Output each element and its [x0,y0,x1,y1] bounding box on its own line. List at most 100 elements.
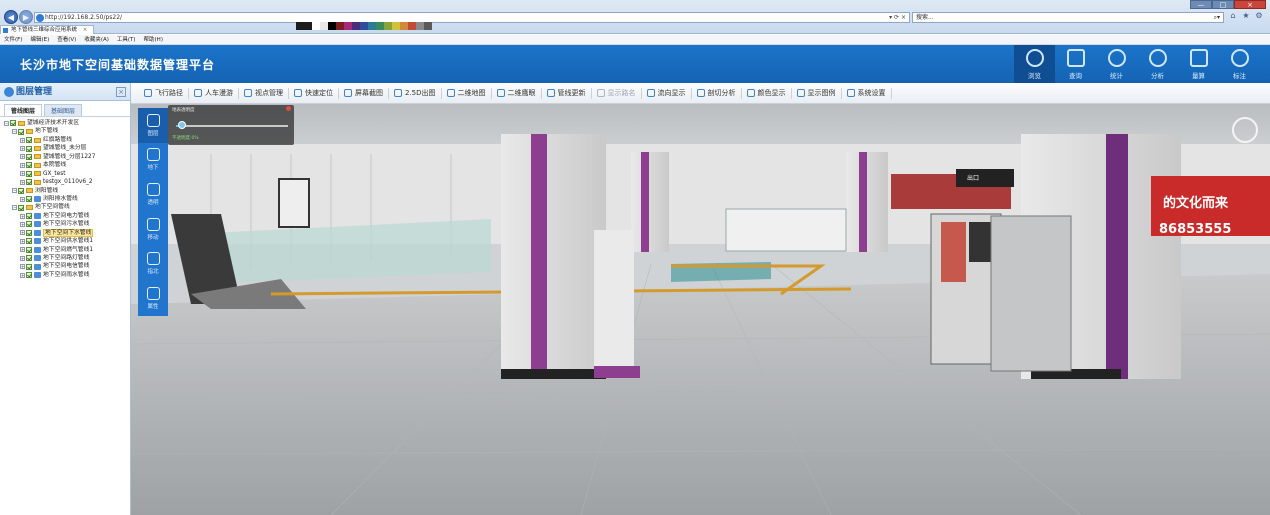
expand-icon[interactable]: + [20,238,25,244]
layer-checkbox[interactable] [10,120,16,127]
layer-checkbox[interactable] [18,128,24,135]
tree-node[interactable]: + 地下空间电力管线 [0,212,130,220]
close-window-button[interactable]: × [1234,0,1266,9]
toolbar-locate[interactable]: 快速定位 [289,87,339,99]
layer-checkbox[interactable] [26,179,32,186]
side-tool-transparent[interactable]: 透明 [138,177,168,212]
expand-icon[interactable]: + [20,171,25,177]
tree-node[interactable]: − 望城经济技术开发区 [0,119,130,127]
layer-checkbox[interactable] [26,153,32,160]
toolbar-color[interactable]: 颜色显示 [742,87,792,99]
side-tool-north[interactable]: 指北 [138,246,168,281]
menu-tools[interactable]: 工具(T) [117,35,136,44]
tree-node[interactable]: − 浏阳管线 [0,187,130,195]
layer-checkbox[interactable] [26,213,32,220]
expand-icon[interactable]: − [12,129,17,135]
minimize-button[interactable]: — [1190,0,1212,9]
menu-file[interactable]: 文件(F) [4,35,22,44]
toolbar-section[interactable]: 剖切分析 [692,87,742,99]
expand-icon[interactable]: + [20,137,25,143]
toolbar-screenshot[interactable]: 屏幕截图 [339,87,389,99]
layer-checkbox[interactable] [18,204,24,211]
toolbar-eagle-eye[interactable]: 二维鹰眼 [492,87,542,99]
tree-node[interactable]: + 地下空间污水管线 [0,220,130,228]
expand-icon[interactable]: + [20,213,25,219]
home-icon[interactable]: ⌂ [1228,11,1238,21]
tree-node[interactable]: + 红旗路管线 [0,136,130,144]
header-tool-annotate[interactable]: 标注 [1219,45,1260,83]
layer-checkbox[interactable] [26,263,32,270]
layer-checkbox[interactable] [26,196,32,203]
tree-node[interactable]: + 望城管线_未分层 [0,144,130,152]
layer-checkbox[interactable] [26,221,32,228]
3d-scene-view[interactable]: 的文化而来 86853555 出口 [131,104,1270,515]
menu-view[interactable]: 查看(V) [57,35,76,44]
side-tool-layers[interactable]: 图层 [138,108,168,143]
tree-node[interactable]: + GX_test [0,170,130,178]
menu-help[interactable]: 帮助(H) [144,35,163,44]
toolbar-legend[interactable]: 显示图例 [792,87,842,99]
tree-node[interactable]: + 地下空间电信管线 [0,262,130,270]
side-tool-underground[interactable]: 地下 [138,143,168,178]
browser-search-input[interactable]: 搜索... ⌕▾ [912,12,1224,23]
expand-icon[interactable]: + [20,255,25,261]
toolbar-viewpoint[interactable]: 视点管理 [239,87,289,99]
layer-checkbox[interactable] [26,246,32,253]
expand-icon[interactable]: + [20,162,25,168]
expand-icon[interactable]: + [20,221,25,227]
menu-edit[interactable]: 编辑(E) [30,35,49,44]
tree-node[interactable]: + 望城管线_分层1227 [0,153,130,161]
compass-icon[interactable] [1232,117,1258,143]
tree-node[interactable]: + 地下空间路灯管线 [0,254,130,262]
expand-icon[interactable]: + [20,154,25,160]
expand-icon[interactable]: + [20,179,25,185]
transparency-slider[interactable] [176,121,288,129]
tree-node[interactable]: + 地下空间燃气管线1 [0,246,130,254]
header-tool-browse[interactable]: 浏览 [1014,45,1055,83]
tab-base-layers[interactable]: 基础图层 [44,104,83,116]
star-icon[interactable]: ★ [1241,11,1251,21]
menu-favorites[interactable]: 收藏夹(A) [84,35,109,44]
header-tool-analysis[interactable]: 分析 [1137,45,1178,83]
layer-checkbox[interactable] [26,255,32,262]
tree-node[interactable]: − 地下空间管线 [0,203,130,211]
toolbar-map-2d[interactable]: 二维地图 [442,87,492,99]
layer-checkbox[interactable] [26,238,32,245]
layer-checkbox[interactable] [26,162,32,169]
close-icon[interactable]: × [116,87,126,97]
close-tab-icon[interactable]: × [83,27,88,33]
tree-node[interactable]: + 地下空间雨水管线 [0,271,130,279]
expand-icon[interactable]: + [20,196,25,202]
tree-node[interactable]: + 本院管线 [0,161,130,169]
side-tool-attribute[interactable]: 属性 [138,281,168,316]
toolbar-export-25d[interactable]: 2.5D出图 [389,87,442,99]
expand-icon[interactable]: − [12,205,17,211]
refresh-icon[interactable]: ▾ ⟳ × [889,13,906,23]
tree-node[interactable]: + 地下空间供水管线1 [0,237,130,245]
toolbar-pipe-update[interactable]: 管线更新 [542,87,592,99]
header-tool-measure[interactable]: 量算 [1178,45,1219,83]
toolbar-road-name[interactable]: 显示路名 [592,87,642,99]
address-bar[interactable]: http://192.168.2.50/ps22/ ▾ ⟳ × [34,12,910,23]
expand-icon[interactable]: − [12,188,17,194]
tree-node[interactable]: + 浏阳排水管线 [0,195,130,203]
toolbar-roam[interactable]: 人车漫游 [189,87,239,99]
toolbar-flow[interactable]: 流向显示 [642,87,692,99]
layer-checkbox[interactable] [26,145,32,152]
gear-icon[interactable]: ⚙ [1254,11,1264,21]
search-icon[interactable]: ⌕▾ [1214,13,1220,23]
side-tool-move[interactable]: 移动 [138,212,168,247]
forward-icon[interactable]: ▶ [19,10,33,24]
tree-node[interactable]: + testgx_0110v6_2 [0,178,130,186]
layer-checkbox[interactable] [26,137,32,144]
layer-checkbox[interactable] [18,187,24,194]
layer-checkbox[interactable] [26,170,32,177]
toolbar-settings[interactable]: 系统设置 [842,87,892,99]
browser-tab[interactable]: 地下管线三维综合应用系统 × [0,25,95,34]
header-tool-statistics[interactable]: 统计 [1096,45,1137,83]
expand-icon[interactable]: + [20,146,25,152]
expand-icon[interactable]: + [20,272,25,278]
header-tool-query[interactable]: 查询 [1055,45,1096,83]
expand-icon[interactable]: + [20,247,25,253]
expand-icon[interactable]: − [4,120,9,126]
